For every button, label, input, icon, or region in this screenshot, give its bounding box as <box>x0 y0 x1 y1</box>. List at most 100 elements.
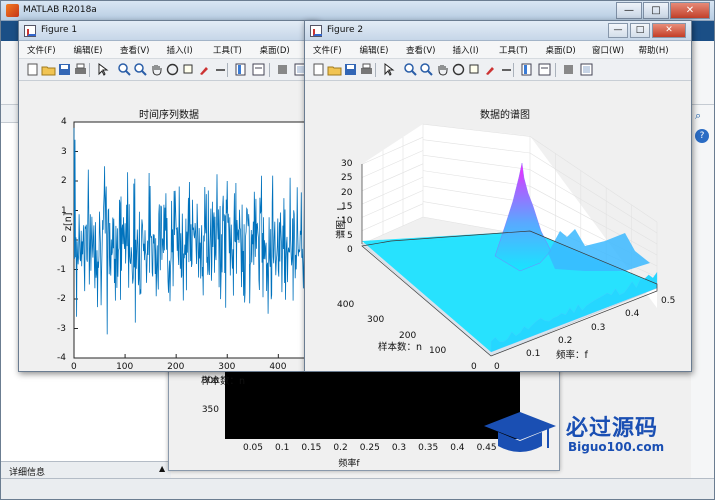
fig2-axes-svg[interactable] <box>305 81 691 371</box>
zoom-in-icon[interactable] <box>403 62 418 77</box>
fig1-x-axis-label: 样本数：n <box>201 376 246 387</box>
rotate-3d-icon[interactable] <box>165 62 180 77</box>
watermark-text: 必过源码 <box>566 416 659 441</box>
figure-icon <box>310 25 322 37</box>
help-icon[interactable]: ? <box>695 129 709 143</box>
fig2-y-tick-label: 0 <box>471 362 477 372</box>
save-icon[interactable] <box>57 62 72 77</box>
menu-item[interactable]: 工具(T) <box>213 44 242 56</box>
toolbar-separator <box>89 63 90 77</box>
fig1-y-axis-label: z[n] <box>63 212 74 231</box>
bg-x-tick: 0.1 <box>275 443 290 453</box>
fig1-y-tick-label: -1 <box>57 264 66 275</box>
hide-plot-tools-icon[interactable] <box>561 62 576 77</box>
fig2-y-tick-label: 400 <box>337 300 355 310</box>
menu-item[interactable]: 插入(I) <box>453 44 479 56</box>
fig2-z-tick-label: 0 <box>347 244 353 255</box>
menu-item[interactable]: 文件(F) <box>313 44 342 56</box>
print-icon[interactable] <box>359 62 374 77</box>
figure-1-titlebar[interactable]: Figure 1 <box>19 21 317 41</box>
legend-icon[interactable] <box>537 62 552 77</box>
link-icon[interactable] <box>499 62 514 77</box>
figure-2-toolbar <box>305 59 691 81</box>
rotate-3d-icon[interactable] <box>451 62 466 77</box>
fig2-x-tick-label: 0.4 <box>625 309 640 319</box>
status-bar <box>1 478 714 499</box>
figure-1-title: Figure 1 <box>41 25 78 35</box>
main-close-button[interactable]: ✕ <box>670 2 710 19</box>
bg-x-tick: 0.15 <box>301 443 322 453</box>
legend-icon[interactable] <box>251 62 266 77</box>
menu-item[interactable]: 插入(I) <box>167 44 193 56</box>
main-minimize-button[interactable]: — <box>616 2 642 19</box>
brush-icon[interactable] <box>197 62 212 77</box>
colorbar-icon[interactable] <box>233 62 248 77</box>
details-label: 详细信息 <box>9 468 46 478</box>
fig1-y-tick-label: 3 <box>61 146 67 157</box>
bg-x-axis-label: 频率f <box>338 459 360 469</box>
graduation-cap-icon <box>484 412 556 452</box>
fig2-close-button[interactable]: ✕ <box>652 23 686 38</box>
pointer-icon[interactable] <box>381 62 396 77</box>
figure-2-titlebar[interactable]: Figure 2 — □ ✕ <box>305 21 691 41</box>
fig2-x-tick-label: 0 <box>494 362 500 372</box>
data-cursor-icon[interactable] <box>181 62 196 77</box>
fig1-x-tick-label: 200 <box>167 362 185 372</box>
bg-y-tick: 350 <box>201 405 219 415</box>
bg-x-tick: 0.4 <box>450 443 465 453</box>
bg-x-tick: 0.25 <box>359 443 380 453</box>
menu-item[interactable]: 窗口(W) <box>592 44 624 56</box>
open-folder-icon[interactable] <box>41 62 56 77</box>
heatmap-plot <box>225 371 520 439</box>
expand-caret-icon[interactable]: ▲ <box>159 464 165 473</box>
figure-2-window[interactable]: Figure 2 — □ ✕ 文件(F) 编辑(E) 查看(V) 插入(I) 工具(T)… <box>304 20 692 372</box>
menu-item[interactable]: 桌面(D) <box>260 44 290 56</box>
data-cursor-icon[interactable] <box>467 62 482 77</box>
zoom-in-icon[interactable] <box>117 62 132 77</box>
figure-icon <box>24 25 36 37</box>
menu-item[interactable]: 编辑(E) <box>74 44 103 56</box>
fig1-y-tick-label: -4 <box>57 353 66 363</box>
colorbar-icon[interactable] <box>519 62 534 77</box>
fig2-minimize-button[interactable]: — <box>608 23 628 38</box>
fig2-x-tick-label: 0.3 <box>591 323 606 333</box>
hide-plot-tools-icon[interactable] <box>275 62 290 77</box>
fig1-y-tick-label: -2 <box>57 294 66 304</box>
fig1-x-tick-label: 0 <box>71 362 77 372</box>
pan-hand-icon[interactable] <box>149 62 164 77</box>
menu-item[interactable]: 编辑(E) <box>360 44 389 56</box>
pan-hand-icon[interactable] <box>435 62 450 77</box>
show-plot-tools-icon[interactable] <box>579 62 594 77</box>
print-icon[interactable] <box>73 62 88 77</box>
zoom-out-icon[interactable] <box>133 62 148 77</box>
matlab-logo-icon <box>6 4 19 17</box>
main-maximize-button[interactable]: □ <box>643 2 669 19</box>
figure-1-window[interactable]: Figure 1 文件(F)编辑(E)查看(V)插入(I)工具(T)桌面(D)窗… <box>18 20 338 387</box>
toolbar-separator <box>227 63 228 77</box>
toolbar-separator <box>513 63 514 77</box>
fig2-maximize-button[interactable]: □ <box>630 23 650 38</box>
menu-item[interactable]: 桌面(D) <box>546 44 576 56</box>
menu-item[interactable]: 帮助(H) <box>639 44 669 56</box>
menu-item[interactable]: 工具(T) <box>499 44 528 56</box>
fig2-z-tick-label: 5 <box>347 230 353 241</box>
fig2-z-tick-label: 30 <box>341 159 353 169</box>
menu-item[interactable]: 查看(V) <box>120 44 149 56</box>
link-icon[interactable] <box>213 62 228 77</box>
menu-item[interactable]: 文件(F) <box>27 44 56 56</box>
fig2-x-tick-label: 0.5 <box>661 296 676 306</box>
pointer-icon[interactable] <box>95 62 110 77</box>
fig2-x-tick-label: 0.1 <box>526 349 541 359</box>
search-icon[interactable]: ⌕ <box>695 109 701 123</box>
details-bar[interactable]: 详细信息 ▲ <box>1 461 171 478</box>
toolbar-separator <box>555 63 556 77</box>
save-icon[interactable] <box>343 62 358 77</box>
new-file-icon[interactable] <box>311 62 326 77</box>
open-folder-icon[interactable] <box>327 62 342 77</box>
menu-item[interactable]: 查看(V) <box>406 44 435 56</box>
bg-x-tick: 0.3 <box>391 443 407 453</box>
bg-x-tick: 0.2 <box>333 443 348 453</box>
brush-icon[interactable] <box>483 62 498 77</box>
new-file-icon[interactable] <box>25 62 40 77</box>
zoom-out-icon[interactable] <box>419 62 434 77</box>
